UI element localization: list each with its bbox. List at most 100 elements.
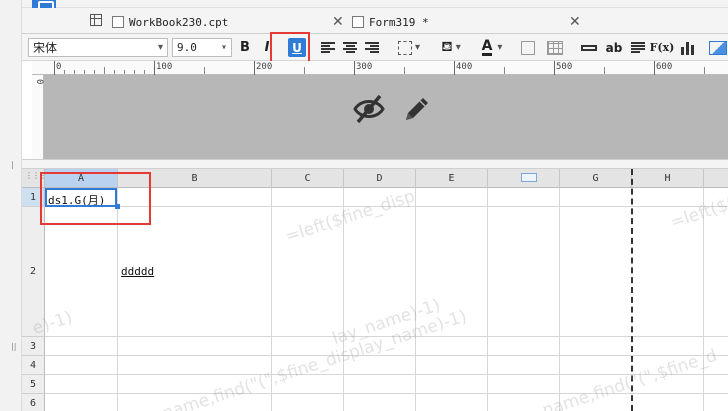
ruler-minor-tick (84, 70, 85, 74)
ruler-minor-tick (104, 67, 105, 74)
ruler-minor-tick (604, 67, 605, 74)
ruler-minor-tick (144, 70, 145, 74)
column-header-g[interactable]: G (560, 169, 632, 188)
chevron-down-icon: ▾ (497, 42, 503, 53)
border-button[interactable]: ▾ (394, 38, 424, 57)
ruler-minor-tick (124, 70, 125, 74)
table-grid-icon (547, 40, 563, 55)
tab-workbook[interactable]: WorkBook230.cpt ✕ (112, 10, 352, 34)
ruler-minor-tick (64, 70, 65, 74)
ruler-label: 300 (356, 62, 373, 72)
cell-b2-value[interactable]: ddddd (121, 265, 154, 278)
ruler-tick (254, 61, 255, 75)
font-family-select[interactable]: 宋体 ▾ (28, 38, 168, 57)
row-header-2[interactable]: 2 (22, 207, 45, 337)
align-right-icon (365, 41, 379, 54)
bold-button[interactable]: B (237, 38, 253, 57)
gutter-mark: || (11, 342, 17, 351)
ruler-tick (54, 61, 55, 75)
column-header-d[interactable]: D (344, 169, 416, 188)
eye-slash-icon[interactable] (352, 92, 386, 126)
grid-line (45, 393, 728, 394)
fill-color-button[interactable]: ⛾ ▾ (435, 38, 467, 57)
ruler-minor-tick (204, 67, 205, 74)
align-right-button[interactable] (364, 38, 380, 57)
grid-line (343, 188, 344, 411)
grid-line (271, 188, 272, 411)
ruler-minor-tick (134, 70, 135, 74)
gutter-mark: | (11, 160, 14, 169)
ruler-label: 200 (256, 62, 273, 72)
ruler-tick (454, 61, 455, 75)
ruler-tick (654, 61, 655, 75)
unmerge-cells-button[interactable] (546, 38, 564, 57)
align-center-button[interactable] (342, 38, 358, 57)
chevron-down-icon: ▾ (414, 42, 421, 53)
image-icon (709, 40, 727, 55)
row-header-6[interactable]: 6 (22, 394, 45, 411)
rich-text-icon (631, 41, 645, 54)
grid-line (45, 336, 728, 337)
ruler-tick (154, 61, 155, 75)
chart-button[interactable] (680, 38, 698, 57)
grid-line (45, 374, 728, 375)
column-header-h[interactable]: H (632, 169, 704, 188)
tab-form-label: Form319 * (369, 15, 429, 29)
ruler-label: 100 (156, 62, 173, 72)
font-color-icon: A (481, 38, 493, 56)
page-break-line (631, 169, 633, 411)
designer-window: | || WorkBook230.cpt ✕ Form319 * ✕ 宋体 ▾ … (0, 0, 728, 411)
grid-line (487, 188, 488, 411)
close-icon[interactable]: ✕ (569, 14, 581, 30)
ruler-label: 500 (556, 62, 573, 72)
grid-line (415, 188, 416, 411)
ruler-label: 400 (456, 62, 473, 72)
font-color-button[interactable]: A ▾ (475, 38, 509, 57)
align-left-icon (321, 41, 335, 54)
tab-form[interactable]: Form319 * ✕ (352, 10, 592, 34)
font-family-value: 宋体 (33, 41, 58, 55)
chevron-down-icon: ▾ (455, 42, 461, 53)
column-header-e[interactable]: E (416, 169, 488, 188)
font-size-select[interactable]: 9.0 ▾ (172, 38, 232, 57)
format-toolbar: 宋体 ▾ 9.0 ▾ B I U ▾ ⛾ ▾ A ▾ ab F(x) (22, 34, 728, 61)
a1-highlight-box (40, 172, 151, 225)
ruler-minor-tick (504, 67, 505, 74)
text-button[interactable]: ab (605, 38, 623, 57)
paint-bucket-icon: ⛾ (441, 38, 453, 55)
bar-icon (581, 44, 597, 51)
ruler-label: 600 (656, 62, 673, 72)
insert-bar-button[interactable] (580, 38, 598, 57)
underline-highlight-box (270, 32, 310, 64)
ruler-minor-tick (74, 70, 75, 74)
rich-text-button[interactable] (630, 38, 646, 57)
row-header-3[interactable]: 3 (22, 337, 45, 356)
pane-splitter[interactable] (22, 159, 728, 169)
ruler-minor-tick (114, 70, 115, 74)
merge-cells-icon (521, 40, 535, 55)
column-header-c[interactable]: C (272, 169, 344, 188)
grid-line (45, 355, 728, 356)
form-preview-area[interactable] (44, 75, 728, 159)
horizontal-ruler: 0 100 200 300 400 500 600 (32, 61, 728, 75)
row-header-4[interactable]: 4 (22, 356, 45, 375)
image-button[interactable] (708, 38, 728, 57)
row-header-5[interactable]: 5 (22, 375, 45, 394)
align-left-button[interactable] (320, 38, 336, 57)
vertical-ruler-label: 0 (34, 79, 44, 85)
grid-icon[interactable] (90, 14, 102, 26)
ruler-minor-tick (704, 67, 705, 74)
ruler-minor-tick (304, 67, 305, 74)
chevron-down-icon: ▾ (157, 42, 163, 53)
close-icon[interactable]: ✕ (332, 14, 344, 30)
merge-cells-button[interactable] (520, 38, 536, 57)
cell-widget-box[interactable] (521, 173, 537, 182)
formula-button[interactable]: F(x) (650, 38, 675, 57)
vertical-ruler: 0 (32, 75, 44, 159)
pencil-icon[interactable] (400, 92, 434, 126)
ruler-minor-tick (94, 70, 95, 74)
left-gutter: | || (0, 0, 22, 411)
font-size-value: 9.0 (177, 41, 197, 54)
column-header-i[interactable] (704, 169, 728, 188)
align-center-icon (343, 41, 357, 54)
